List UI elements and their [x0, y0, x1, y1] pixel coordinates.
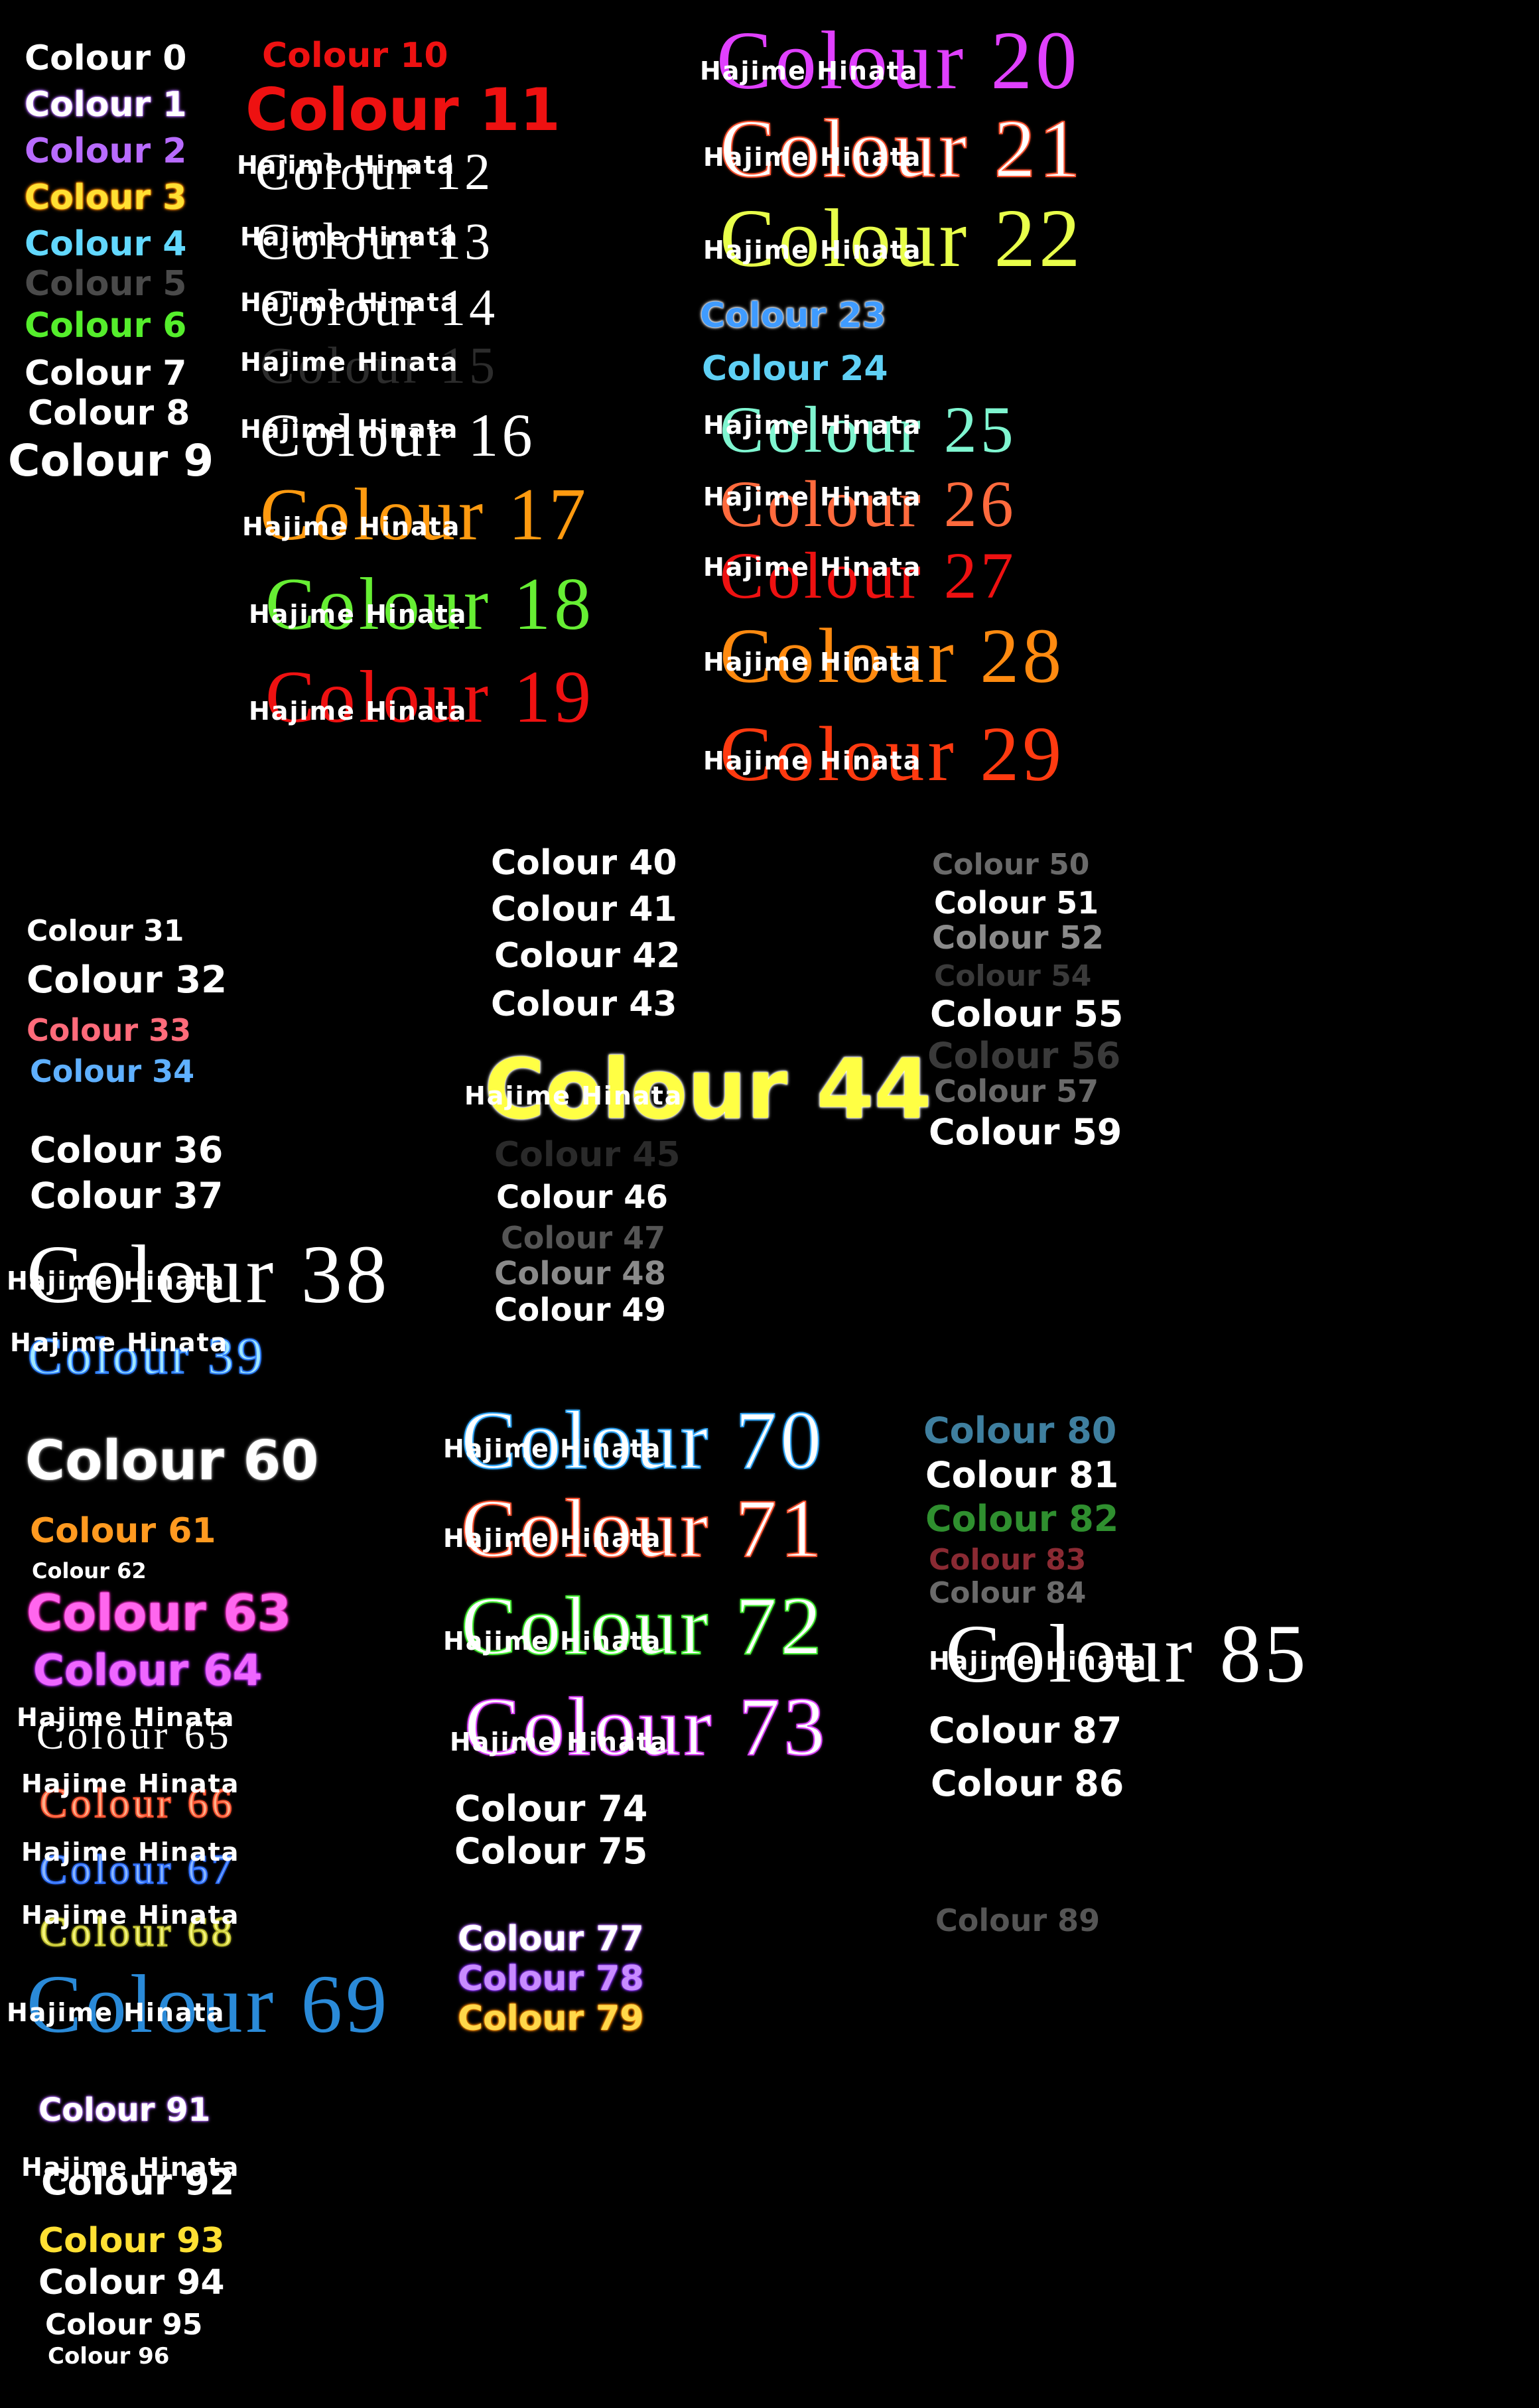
colour-96-label: Colour 96	[48, 2343, 170, 2370]
colour-31-label: Colour 31	[27, 914, 184, 948]
colour-11-label: Colour 11	[245, 76, 561, 144]
speaker-nameplate: Hajime Hinata	[249, 600, 468, 629]
colour-49-label: Colour 49	[494, 1292, 666, 1329]
speaker-nameplate: Hajime Hinata	[464, 1081, 683, 1110]
speaker-nameplate: Hajime Hinata	[443, 1524, 662, 1553]
colour-63-label: Colour 63	[27, 1585, 292, 1642]
colour-46-label: Colour 46	[496, 1179, 668, 1216]
speaker-nameplate: Hajime Hinata	[21, 1769, 240, 1798]
speaker-nameplate: Hajime Hinata	[240, 415, 459, 444]
colour-0-label: Colour 0	[25, 38, 187, 78]
colour-87-label: Colour 87	[929, 1709, 1122, 1751]
colour-82-label: Colour 82	[925, 1498, 1119, 1540]
colour-81-label: Colour 81	[925, 1454, 1119, 1496]
colour-33-label: Colour 33	[27, 1012, 192, 1048]
colour-50-label: Colour 50	[932, 848, 1090, 882]
colour-23-label: Colour 23	[700, 296, 886, 336]
colour-24-label: Colour 24	[702, 349, 888, 389]
speaker-nameplate: Hajime Hinata	[929, 1646, 1148, 1676]
speaker-nameplate: Hajime Hinata	[703, 143, 922, 172]
speaker-nameplate: Hajime Hinata	[237, 151, 456, 180]
colour-60-label: Colour 60	[25, 1430, 319, 1493]
colour-94-label: Colour 94	[38, 2263, 225, 2303]
colour-77-label: Colour 77	[458, 1919, 644, 1959]
colour-64-label: Colour 64	[33, 1646, 263, 1696]
speaker-nameplate: Hajime Hinata	[21, 1838, 240, 1867]
colour-36-label: Colour 36	[30, 1129, 224, 1171]
colour-34-label: Colour 34	[30, 1053, 195, 1089]
speaker-nameplate: Hajime Hinata	[17, 1703, 235, 1732]
colour-9-label: Colour 9	[8, 435, 214, 486]
colour-78-label: Colour 78	[458, 1959, 644, 1999]
colour-47-label: Colour 47	[501, 1220, 666, 1256]
colour-48-label: Colour 48	[494, 1255, 666, 1292]
colour-5-label: Colour 5	[25, 264, 187, 304]
speaker-nameplate: Hajime Hinata	[703, 235, 922, 265]
colour-84-label: Colour 84	[929, 1576, 1087, 1610]
colour-75-label: Colour 75	[454, 1830, 648, 1872]
speaker-nameplate: Hajime Hinata	[443, 1627, 662, 1656]
colour-74-label: Colour 74	[454, 1788, 648, 1830]
speaker-nameplate: Hajime Hinata	[703, 553, 922, 582]
colour-43-label: Colour 43	[491, 984, 677, 1024]
colour-6-label: Colour 6	[25, 306, 187, 346]
speaker-nameplate: Hajime Hinata	[240, 348, 459, 377]
colour-40-label: Colour 40	[491, 843, 677, 883]
colour-54-label: Colour 54	[934, 959, 1092, 993]
speaker-nameplate: Hajime Hinata	[450, 1727, 669, 1757]
colour-32-label: Colour 32	[27, 959, 228, 1002]
colour-83-label: Colour 83	[929, 1543, 1087, 1577]
colour-3-label: Colour 3	[25, 178, 187, 218]
colour-51-label: Colour 51	[934, 885, 1099, 921]
colour-56-label: Colour 56	[927, 1035, 1121, 1077]
colour-62-label: Colour 62	[32, 1558, 147, 1583]
speaker-nameplate: Hajime Hinata	[7, 1266, 226, 1296]
colour-59-label: Colour 59	[929, 1111, 1122, 1153]
colour-86-label: Colour 86	[931, 1763, 1124, 1804]
colour-80-label: Colour 80	[923, 1410, 1117, 1451]
colour-57-label: Colour 57	[934, 1073, 1099, 1109]
colour-2-label: Colour 2	[25, 131, 187, 171]
speaker-nameplate: Hajime Hinata	[240, 222, 459, 251]
colour-1-label: Colour 1	[25, 85, 187, 125]
speaker-nameplate: Hajime Hinata	[700, 56, 919, 86]
colour-93-label: Colour 93	[38, 2221, 225, 2261]
colour-10-label: Colour 10	[262, 36, 448, 76]
colour-4-label: Colour 4	[25, 224, 187, 264]
speaker-nameplate: Hajime Hinata	[703, 746, 922, 775]
colour-41-label: Colour 41	[491, 890, 677, 929]
speaker-nameplate: Hajime Hinata	[10, 1328, 229, 1357]
colour-45-label: Colour 45	[494, 1135, 681, 1175]
colour-8-label: Colour 8	[28, 393, 190, 433]
speaker-nameplate: Hajime Hinata	[249, 697, 468, 726]
colour-52-label: Colour 52	[932, 919, 1104, 957]
colour-91-label: Colour 91	[38, 2092, 210, 2129]
speaker-nameplate: Hajime Hinata	[443, 1434, 662, 1463]
colour-55-label: Colour 55	[930, 993, 1124, 1035]
speaker-nameplate: Hajime Hinata	[21, 2153, 240, 2182]
speaker-nameplate: Hajime Hinata	[703, 647, 922, 677]
speaker-nameplate: Hajime Hinata	[21, 1901, 240, 1930]
speaker-nameplate: Hajime Hinata	[7, 1998, 226, 2027]
colour-7-label: Colour 7	[25, 354, 187, 393]
speaker-nameplate: Hajime Hinata	[240, 288, 459, 317]
speaker-nameplate: Hajime Hinata	[242, 512, 461, 541]
colour-61-label: Colour 61	[30, 1511, 216, 1551]
speaker-nameplate: Hajime Hinata	[703, 411, 922, 440]
colour-95-label: Colour 95	[45, 2308, 203, 2342]
colour-89-label: Colour 89	[935, 1903, 1101, 1938]
colour-37-label: Colour 37	[30, 1175, 224, 1217]
speaker-nameplate: Hajime Hinata	[703, 482, 922, 511]
colour-42-label: Colour 42	[494, 936, 681, 976]
colour-79-label: Colour 79	[458, 1999, 644, 2039]
